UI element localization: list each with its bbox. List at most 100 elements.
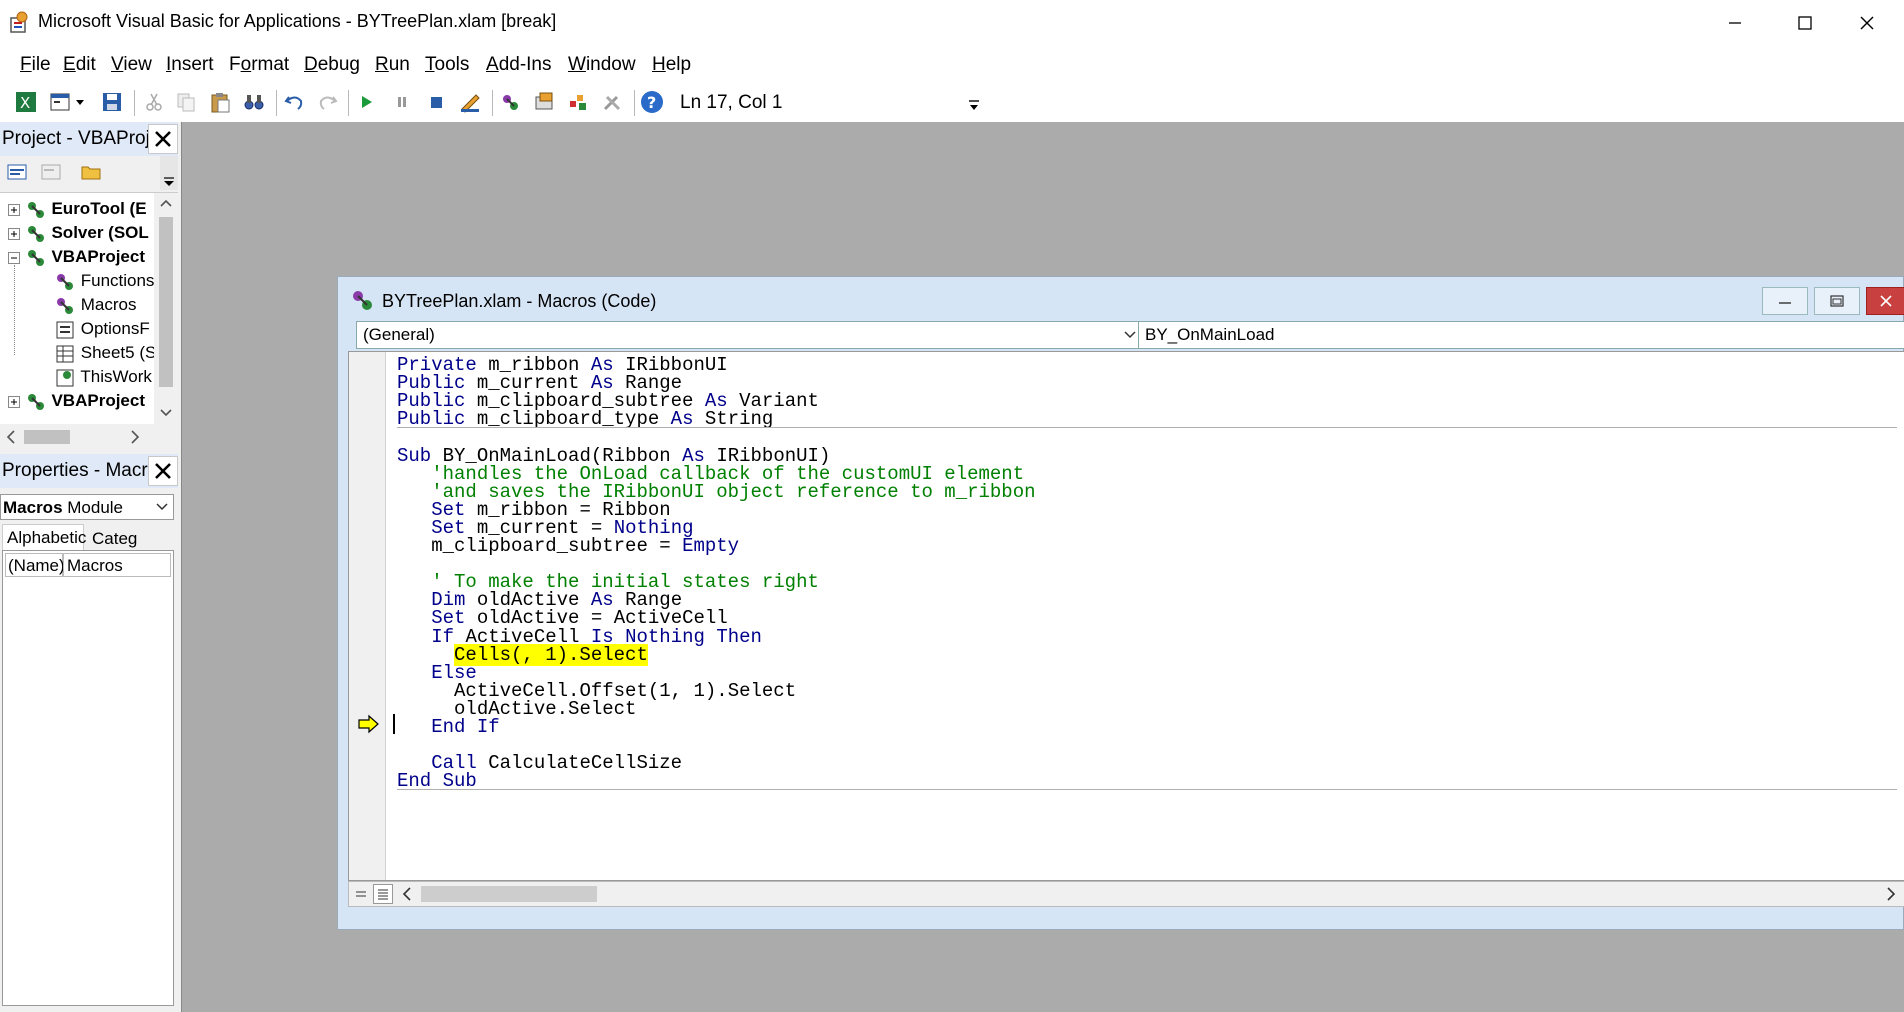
property-name-cell[interactable]: (Name) xyxy=(5,553,65,577)
menu-help-label: elp xyxy=(665,54,692,75)
menu-format[interactable]: Format xyxy=(229,54,289,76)
menu-insert[interactable]: Insert xyxy=(166,54,214,76)
object-browser-icon xyxy=(570,95,586,110)
tab-alphabetic[interactable]: Alphabetic xyxy=(2,524,86,550)
tree-item-vbaproject-2[interactable]: VBAProject xyxy=(8,391,154,412)
cut-button[interactable] xyxy=(140,88,168,116)
procedure-combo[interactable]: BY_OnMainLoad xyxy=(1138,321,1904,349)
run-button[interactable] xyxy=(352,88,380,116)
project-explorer-icon xyxy=(503,95,518,110)
view-excel-button[interactable]: X xyxy=(12,88,40,116)
object-combo[interactable]: (General) xyxy=(356,321,1146,349)
menu-edit[interactable]: Edit xyxy=(63,54,96,76)
paste-button[interactable] xyxy=(206,88,234,116)
reset-button[interactable] xyxy=(422,88,450,116)
project-explorer-button[interactable] xyxy=(496,88,524,116)
tree-item-optionsform[interactable]: OptionsF xyxy=(54,319,154,340)
procedure-separator xyxy=(397,427,1897,429)
properties-grid: (Name) Macros xyxy=(2,550,174,1006)
toggle-folders-button[interactable] xyxy=(80,162,104,184)
code-hscroll-thumb[interactable] xyxy=(421,886,597,902)
chevron-left-icon xyxy=(402,887,411,901)
help-icon: ? xyxy=(641,91,663,113)
code-restore-button[interactable] xyxy=(1814,287,1860,315)
tree-horizontal-scrollbar[interactable] xyxy=(0,424,178,450)
menu-debug-accel: D xyxy=(304,54,318,75)
menu-insert-label: nsert xyxy=(171,54,214,75)
current-statement-highlight: Cells(, 1).Select xyxy=(454,643,648,666)
margin-indicator-bar[interactable] xyxy=(349,352,386,880)
tree-item-label: VBAProject xyxy=(51,247,145,266)
property-value-cell[interactable]: Macros xyxy=(63,553,171,577)
help-button[interactable]: ? xyxy=(638,88,666,116)
toolbox-button[interactable] xyxy=(598,88,626,116)
menu-window-accel: W xyxy=(568,54,586,75)
menu-run[interactable]: Run xyxy=(375,54,410,76)
find-button[interactable] xyxy=(240,88,268,116)
menu-edit-accel: E xyxy=(63,54,76,75)
design-mode-button[interactable] xyxy=(456,88,484,116)
menu-tools[interactable]: Tools xyxy=(425,54,469,76)
insert-dropdown-arrow[interactable] xyxy=(72,88,88,116)
tree-vertical-scrollbar[interactable] xyxy=(154,193,178,425)
redo-button[interactable] xyxy=(314,88,342,116)
object-browser-button[interactable] xyxy=(564,88,592,116)
copy-icon xyxy=(177,93,195,112)
menu-window[interactable]: Window xyxy=(568,54,636,76)
properties-icon xyxy=(535,92,553,110)
maximize-button[interactable] xyxy=(1770,0,1840,46)
tree-item-vbaproject-active[interactable]: VBAProject xyxy=(8,247,154,268)
window-title: Microsoft Visual Basic for Applications … xyxy=(38,11,557,31)
code-editor[interactable]: Private m_ribbon As IRibbonUI Public m_cu… xyxy=(348,351,1904,881)
save-button[interactable] xyxy=(98,88,126,116)
menu-run-label: un xyxy=(388,54,410,75)
properties-object-combo[interactable]: Macros Module xyxy=(0,494,174,520)
toolbar-overflow[interactable] xyxy=(160,156,178,190)
procedure-view-button[interactable] xyxy=(351,884,371,904)
menu-view[interactable]: View xyxy=(111,54,152,76)
menu-addins[interactable]: Add-Ins xyxy=(486,54,552,76)
project-explorer-close-button[interactable] xyxy=(148,124,178,154)
undo-button[interactable] xyxy=(280,88,308,116)
tree-item-label: ThisWork xyxy=(80,367,152,386)
redo-icon xyxy=(319,96,338,110)
toolbar-separator xyxy=(492,90,493,116)
full-module-view-button[interactable] xyxy=(373,884,393,904)
properties-close-button[interactable] xyxy=(148,456,178,486)
code-horizontal-scrollbar[interactable] xyxy=(348,881,1904,907)
view-code-button[interactable] xyxy=(6,162,30,184)
code-close-button[interactable] xyxy=(1866,287,1904,315)
tree-item-sheet5[interactable]: Sheet5 (S xyxy=(54,343,154,364)
menu-view-label: iew xyxy=(123,54,152,75)
properties-window-button[interactable] xyxy=(530,88,558,116)
minimize-icon xyxy=(1729,22,1741,24)
collapse-icon xyxy=(8,251,20,264)
toolbar-options-button[interactable] xyxy=(966,88,982,116)
execution-arrow-icon xyxy=(358,714,379,734)
break-button[interactable] xyxy=(388,88,416,116)
close-icon xyxy=(1879,295,1892,307)
minimize-button[interactable] xyxy=(1700,0,1770,46)
properties-object-name: Macros xyxy=(3,498,63,517)
tree-item-macros[interactable]: Macros xyxy=(54,295,154,316)
procedure-view-icon xyxy=(356,891,366,897)
tree-scroll-thumb[interactable] xyxy=(159,217,173,387)
tree-hscroll-thumb[interactable] xyxy=(24,430,70,444)
folder-icon xyxy=(81,166,101,180)
tree-item-eurotool[interactable]: EuroTool (E xyxy=(8,199,154,220)
view-object-button[interactable] xyxy=(40,162,64,184)
menu-file[interactable]: File xyxy=(20,54,51,76)
tree-item-thisworkbook[interactable]: ThisWork xyxy=(54,367,154,388)
view-code-icon xyxy=(7,164,27,180)
copy-button[interactable] xyxy=(172,88,200,116)
insert-userform-button[interactable] xyxy=(46,88,74,116)
menu-help[interactable]: Help xyxy=(652,54,691,76)
tab-categorized[interactable]: Categ xyxy=(88,526,168,550)
toolbar-separator xyxy=(348,90,349,116)
close-button[interactable] xyxy=(1832,0,1902,46)
tree-item-functions[interactable]: Functions xyxy=(54,271,154,292)
menu-debug[interactable]: Debug xyxy=(304,54,360,76)
maximize-icon xyxy=(1798,16,1812,30)
code-minimize-button[interactable] xyxy=(1762,287,1808,315)
tree-item-solver[interactable]: Solver (SOL xyxy=(8,223,154,244)
